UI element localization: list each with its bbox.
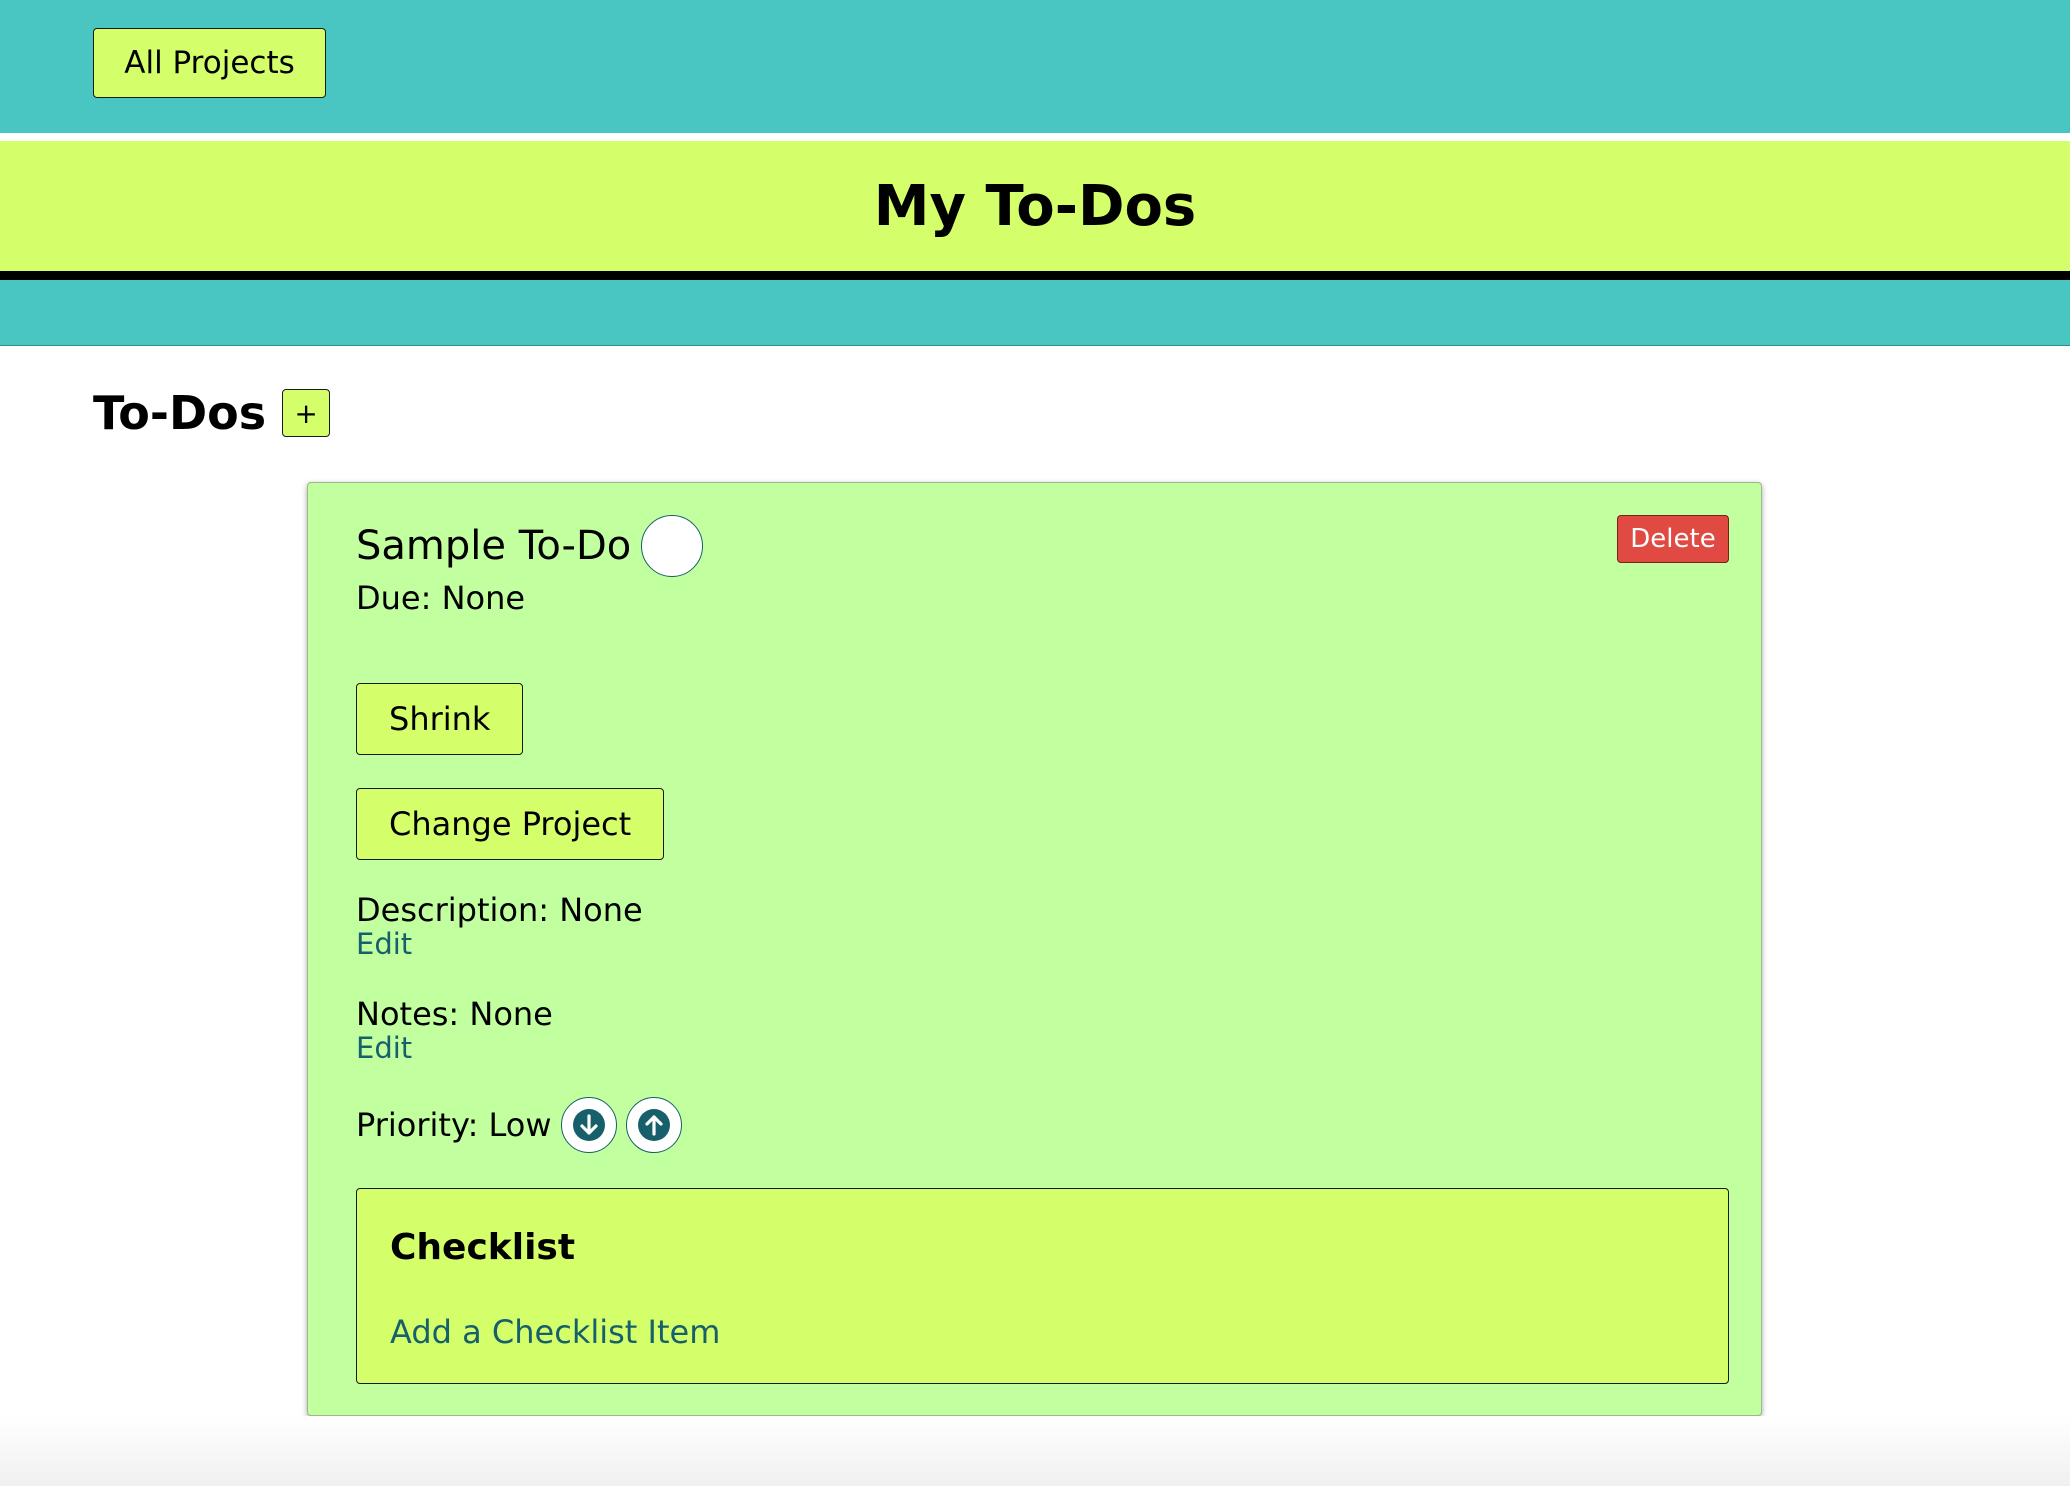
header-lower-band <box>0 280 2070 346</box>
page-title: My To-Dos <box>873 173 1197 239</box>
checklist-panel: Checklist Add a Checklist Item <box>356 1188 1729 1384</box>
change-project-button[interactable]: Change Project <box>356 788 665 860</box>
top-nav-bar: All Projects <box>0 0 2070 133</box>
checklist-title: Checklist <box>390 1227 576 1268</box>
todo-card: Sample To-Do Delete Due: None Shrink Cha… <box>307 482 1762 1416</box>
add-checklist-item-link[interactable]: Add a Checklist Item <box>390 1313 720 1351</box>
arrow-down-circle-icon <box>572 1108 606 1142</box>
add-todo-button[interactable]: + <box>282 389 331 437</box>
description-text: Description: None <box>356 891 643 929</box>
todos-section-header: To-Dos + <box>93 386 331 440</box>
todo-title: Sample To-Do <box>356 523 632 569</box>
priority-text: Priority: Low <box>356 1106 552 1144</box>
header-divider <box>0 133 2070 141</box>
priority-row: Priority: Low <box>356 1097 682 1153</box>
shrink-button[interactable]: Shrink <box>356 683 524 755</box>
todos-section-title: To-Dos <box>93 386 267 440</box>
page-bottom <box>0 1416 2070 1486</box>
all-projects-button[interactable]: All Projects <box>93 28 326 98</box>
notes-text: Notes: None <box>356 995 553 1033</box>
header-underline <box>0 271 2070 280</box>
due-date-text: Due: None <box>356 579 526 617</box>
arrow-up-circle-icon <box>637 1108 671 1142</box>
delete-button[interactable]: Delete <box>1617 515 1729 563</box>
priority-up-button[interactable] <box>625 1097 682 1153</box>
complete-toggle[interactable] <box>641 515 703 577</box>
notes-edit-link[interactable]: Edit <box>356 1031 412 1065</box>
priority-down-button[interactable] <box>560 1097 617 1153</box>
description-edit-link[interactable]: Edit <box>356 927 412 961</box>
page-header: My To-Dos <box>0 141 2070 271</box>
